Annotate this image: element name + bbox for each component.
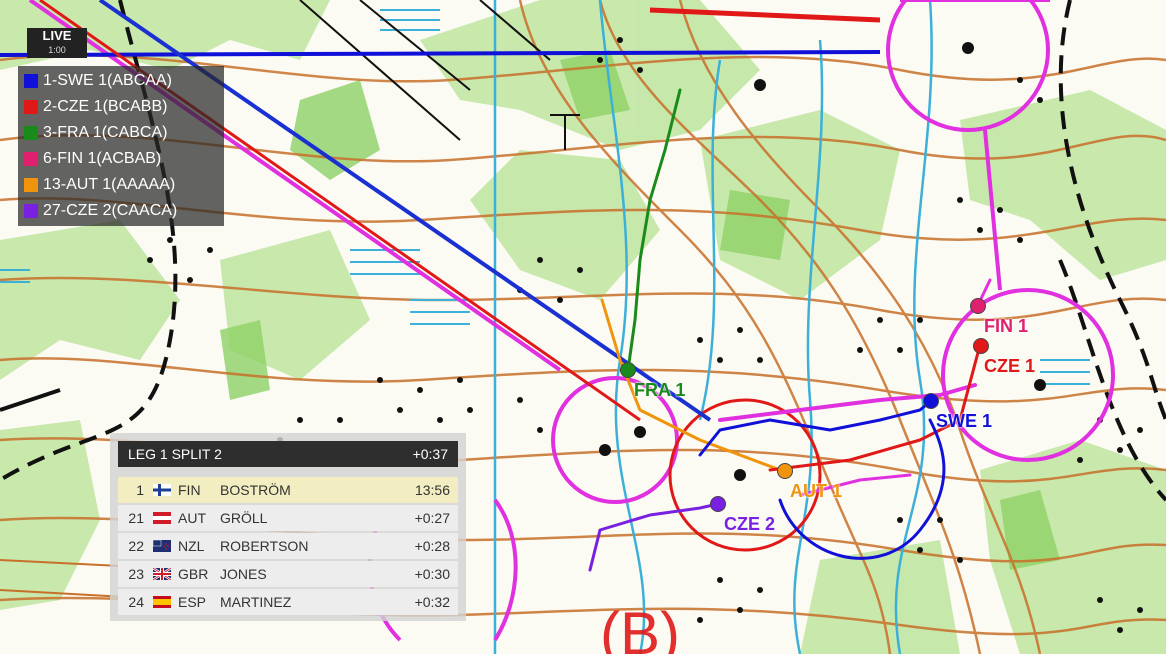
legend-swatch [24,126,38,140]
runner-label-fin1: FIN 1 [984,316,1029,336]
runner-dot-cze1[interactable] [973,338,989,354]
legend-label: 13-AUT 1(AAAAA) [43,176,176,193]
row-rank: 24 [128,594,144,610]
runner-dot-cze2[interactable] [710,496,726,512]
nzl-flag-icon [153,540,171,552]
row-time: +0:32 [414,594,450,610]
split-row[interactable]: 21 AUT GRÖLL +0:27 [118,505,458,531]
legend-label: 27-CZE 2(CAACA) [43,202,178,219]
row-name: BOSTRÖM [220,482,291,498]
row-time: 13:56 [414,482,450,498]
row-rank: 22 [128,538,144,554]
legend-label: 2-CZE 1(BCABB) [43,98,168,115]
legend-swatch [24,152,38,166]
row-rank: 23 [128,566,144,582]
runner-dot-fin1[interactable] [970,298,986,314]
esp-flag-icon [153,596,171,608]
legend-item-fra1[interactable]: 3-FRA 1(CABCA) [18,120,224,146]
row-rank: 21 [128,510,144,526]
row-time: +0:30 [414,566,450,582]
legend-label: 3-FRA 1(CABCA) [43,124,168,141]
row-name: GRÖLL [220,510,268,526]
split-header-time: +0:37 [412,446,448,462]
row-time: +0:28 [414,538,450,554]
live-clock: 1:00 [48,45,66,55]
legend-label: 6-FIN 1(ACBAB) [43,150,162,167]
runner-label-swe1: SWE 1 [936,411,993,431]
legend-item-fin1[interactable]: 6-FIN 1(ACBAB) [18,146,224,172]
row-name: ROBERTSON [220,538,309,554]
row-country: ESP [178,594,207,610]
runner-label-fra1: FRA 1 [634,380,686,400]
gbr-flag-icon [153,568,171,580]
split-row[interactable]: 22 NZL ROBERTSON +0:28 [118,533,458,559]
live-badge: LIVE 1:00 [27,28,87,58]
legend-swatch [24,74,38,88]
runner-label-cze2: CZE 2 [724,514,776,534]
legend-label: 1-SWE 1(ABCAA) [43,72,172,89]
legend-swatch [24,178,38,192]
legend-item-swe1[interactable]: 1-SWE 1(ABCAA) [18,68,224,94]
split-header: LEG 1 SPLIT 2 +0:37 [118,441,458,467]
live-label: LIVE [42,28,72,43]
legend-swatch [24,100,38,114]
runner-dot-fra1[interactable] [620,362,636,378]
aut-flag-icon [153,512,171,524]
split-row[interactable]: 23 GBR JONES +0:30 [118,561,458,587]
svg-text:(B): (B) [600,600,680,654]
fin-flag-icon [153,484,171,496]
row-country: FIN [178,482,201,498]
runner-dot-aut1[interactable] [777,463,793,479]
legend-swatch [24,204,38,218]
runner-label-aut1: AUT 1 [790,481,843,501]
legend-item-cze2[interactable]: 27-CZE 2(CAACA) [18,198,224,224]
row-country: AUT [178,510,206,526]
split-results-panel: LEG 1 SPLIT 2 +0:37 1 FIN BOSTRÖM 13:56 … [110,433,466,621]
row-rank: 1 [136,482,144,498]
row-name: JONES [220,566,267,582]
row-country: GBR [178,566,209,582]
split-title: LEG 1 SPLIT 2 [128,446,222,462]
row-name: MARTINEZ [220,594,292,610]
team-legend: 1-SWE 1(ABCAA) 2-CZE 1(BCABB) 3-FRA 1(CA… [18,66,224,226]
split-row[interactable]: 1 FIN BOSTRÖM 13:56 [118,477,458,503]
row-time: +0:27 [414,510,450,526]
runner-label-cze1: CZE 1 [984,356,1036,376]
legend-item-aut1[interactable]: 13-AUT 1(AAAAA) [18,172,224,198]
row-country: NZL [178,538,205,554]
split-row[interactable]: 24 ESP MARTINEZ +0:32 [118,589,458,615]
legend-item-cze1[interactable]: 2-CZE 1(BCABB) [18,94,224,120]
runner-dot-swe1[interactable] [923,393,939,409]
